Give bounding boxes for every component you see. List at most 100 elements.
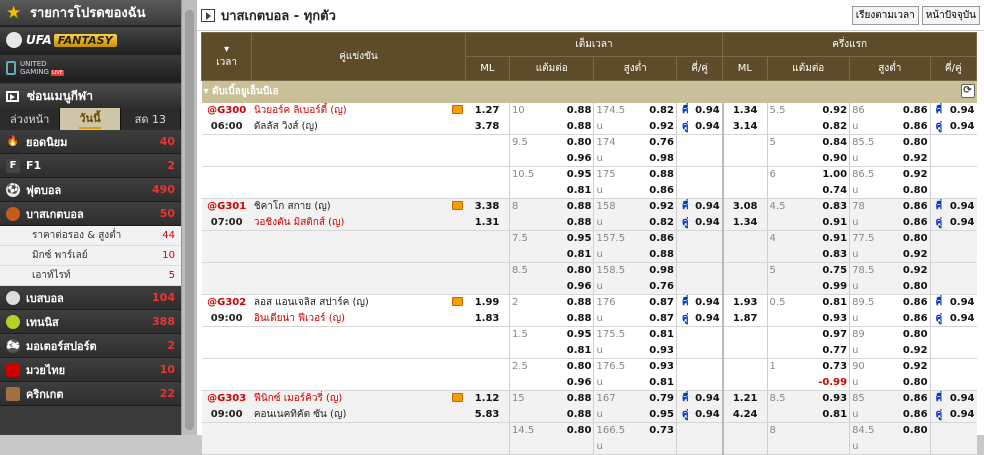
moneyline-odds[interactable]: 1.83 bbox=[465, 310, 510, 327]
half-ou-odds[interactable]: 0.92 bbox=[889, 246, 931, 263]
oe-odds[interactable]: 0.94 bbox=[690, 198, 724, 215]
half-handicap-odds[interactable]: 0.97 bbox=[807, 326, 851, 343]
sort-by-time-button[interactable]: เรียงตามเวลา bbox=[851, 5, 919, 25]
oe-odds[interactable]: 0.94 bbox=[690, 406, 724, 423]
oe-odds[interactable]: 0.94 bbox=[690, 214, 724, 231]
half-handicap-odds[interactable]: 0.83 bbox=[807, 246, 851, 263]
half-ou-odds[interactable]: 0.86 bbox=[889, 390, 931, 407]
half-moneyline-odds[interactable]: 1.21 bbox=[722, 390, 768, 407]
sport-soccer[interactable]: ⚽ ฟุตบอล 490 bbox=[0, 178, 181, 202]
half-ou-odds[interactable]: 0.92 bbox=[889, 150, 931, 167]
sport-f1[interactable]: F F1 2 bbox=[0, 154, 181, 178]
moneyline-odds[interactable]: 3.38 bbox=[465, 198, 510, 215]
ou-odds[interactable]: 0.86 bbox=[636, 182, 677, 199]
handicap-odds[interactable]: 0.96 bbox=[549, 278, 595, 295]
half-ou-odds[interactable]: 0.80 bbox=[889, 134, 931, 151]
half-oe-odds[interactable]: 0.94 bbox=[944, 118, 977, 135]
half-handicap-odds[interactable]: 0.90 bbox=[807, 150, 851, 167]
ou-odds[interactable]: 0.93 bbox=[636, 358, 677, 375]
ou-odds[interactable]: 0.73 bbox=[636, 422, 677, 439]
half-handicap-odds[interactable]: 0.77 bbox=[807, 342, 851, 359]
ufa-fantasy-banner[interactable]: UFA FANTASY bbox=[0, 27, 181, 55]
hide-sports-menu[interactable]: ซ่อนเมนูกีฬา bbox=[0, 84, 181, 108]
ou-odds[interactable]: 0.86 bbox=[636, 230, 677, 247]
moneyline-odds[interactable]: 5.83 bbox=[465, 406, 510, 423]
half-ou-odds[interactable]: 0.86 bbox=[889, 118, 931, 135]
handicap-odds[interactable]: 0.80 bbox=[549, 422, 595, 439]
handicap-odds[interactable]: 0.88 bbox=[549, 214, 595, 231]
half-handicap-odds[interactable]: 0.84 bbox=[807, 134, 851, 151]
half-oe-odds[interactable]: 0.94 bbox=[944, 294, 977, 311]
moneyline-odds[interactable]: 1.27 bbox=[465, 102, 510, 119]
tab-today[interactable]: วันนี้ bbox=[60, 108, 121, 130]
ou-odds[interactable]: 0.82 bbox=[636, 102, 677, 119]
live-tv-icon[interactable] bbox=[452, 393, 464, 403]
moneyline-odds[interactable]: 1.99 bbox=[465, 294, 510, 311]
handicap-odds[interactable]: 0.81 bbox=[549, 246, 595, 263]
favorites-header[interactable]: ★ รายการโปรดของฉัน bbox=[0, 0, 181, 27]
ou-odds[interactable]: 0.95 bbox=[636, 406, 677, 423]
half-ou-odds[interactable] bbox=[889, 438, 931, 455]
handicap-odds[interactable]: 0.88 bbox=[549, 390, 595, 407]
ou-odds[interactable]: 0.88 bbox=[636, 166, 677, 183]
sport-baseball[interactable]: เบสบอล 104 bbox=[0, 286, 181, 310]
handicap-odds[interactable]: 0.88 bbox=[549, 310, 595, 327]
half-moneyline-odds[interactable]: 3.08 bbox=[722, 198, 768, 215]
half-ou-odds[interactable]: 0.80 bbox=[889, 326, 931, 343]
half-ou-odds[interactable]: 0.92 bbox=[889, 358, 931, 375]
moneyline-odds[interactable]: 1.31 bbox=[465, 214, 510, 231]
half-handicap-odds[interactable]: 1.00 bbox=[807, 166, 851, 183]
half-ou-odds[interactable]: 0.92 bbox=[889, 262, 931, 279]
handicap-odds[interactable]: 0.95 bbox=[549, 166, 595, 183]
handicap-odds[interactable]: 0.96 bbox=[549, 150, 595, 167]
ou-odds[interactable]: 0.92 bbox=[636, 198, 677, 215]
half-handicap-odds[interactable] bbox=[807, 438, 851, 455]
sport-popular[interactable]: 🔥 ยอดนิยม 40 bbox=[0, 130, 181, 154]
half-handicap-odds[interactable]: 0.83 bbox=[807, 198, 851, 215]
ou-odds[interactable]: 0.98 bbox=[636, 262, 677, 279]
sidebar-scrollbar[interactable] bbox=[181, 0, 197, 435]
half-ou-odds[interactable]: 0.80 bbox=[889, 278, 931, 295]
half-handicap-odds[interactable] bbox=[807, 422, 851, 439]
handicap-odds[interactable]: 0.88 bbox=[549, 118, 595, 135]
half-handicap-odds[interactable]: 0.99 bbox=[807, 278, 851, 295]
half-ou-odds[interactable]: 0.86 bbox=[889, 310, 931, 327]
half-ou-odds[interactable]: 0.86 bbox=[889, 198, 931, 215]
half-ou-odds[interactable]: 0.80 bbox=[889, 374, 931, 391]
half-ou-odds[interactable]: 0.92 bbox=[889, 166, 931, 183]
ou-odds[interactable]: 0.98 bbox=[636, 150, 677, 167]
half-moneyline-odds[interactable]: 1.34 bbox=[722, 102, 768, 119]
half-moneyline-odds[interactable]: 3.14 bbox=[722, 118, 768, 135]
half-oe-odds[interactable]: 0.94 bbox=[944, 406, 977, 423]
half-ou-odds[interactable]: 0.80 bbox=[889, 230, 931, 247]
handicap-odds[interactable]: 0.80 bbox=[549, 262, 595, 279]
oe-odds[interactable]: 0.94 bbox=[690, 310, 724, 327]
half-ou-odds[interactable]: 0.80 bbox=[889, 182, 931, 199]
half-ou-odds[interactable]: 0.86 bbox=[889, 406, 931, 423]
oe-odds[interactable]: 0.94 bbox=[690, 102, 724, 119]
sport-cricket[interactable]: คริกเกต 22 bbox=[0, 382, 181, 406]
half-handicap-odds[interactable]: 0.92 bbox=[807, 102, 851, 119]
half-ou-odds[interactable]: 0.86 bbox=[889, 102, 931, 119]
sport-tennis[interactable]: เทนนิส 388 bbox=[0, 310, 181, 334]
ou-odds[interactable]: 0.81 bbox=[636, 374, 677, 391]
ou-odds[interactable]: 0.92 bbox=[636, 118, 677, 135]
handicap-odds[interactable]: 0.88 bbox=[549, 102, 595, 119]
half-moneyline-odds[interactable]: 1.93 bbox=[722, 294, 768, 311]
half-handicap-odds[interactable]: 0.73 bbox=[807, 358, 851, 375]
sub-outright[interactable]: เอาท์ไรท์ 5 bbox=[0, 266, 181, 286]
half-handicap-odds[interactable]: 0.91 bbox=[807, 230, 851, 247]
half-oe-odds[interactable]: 0.94 bbox=[944, 310, 977, 327]
current-page-button[interactable]: หน้าปัจจุบัน bbox=[921, 5, 980, 25]
half-handicap-odds[interactable]: 0.81 bbox=[807, 406, 851, 423]
refresh-icon[interactable]: ⟳ bbox=[960, 84, 975, 99]
scrollbar-thumb[interactable] bbox=[185, 10, 194, 430]
moneyline-odds[interactable]: 1.12 bbox=[465, 390, 510, 407]
half-handicap-odds[interactable]: 0.75 bbox=[807, 262, 851, 279]
handicap-odds[interactable]: 0.88 bbox=[549, 198, 595, 215]
tab-live[interactable]: สด 13 bbox=[121, 108, 181, 130]
oe-odds[interactable]: 0.94 bbox=[690, 294, 724, 311]
sub-handicap[interactable]: ราคาต่อรอง & สูงต่ำ 44 bbox=[0, 226, 181, 246]
sport-basketball[interactable]: บาสเกตบอล 50 bbox=[0, 202, 181, 226]
handicap-odds[interactable]: 0.96 bbox=[549, 374, 595, 391]
